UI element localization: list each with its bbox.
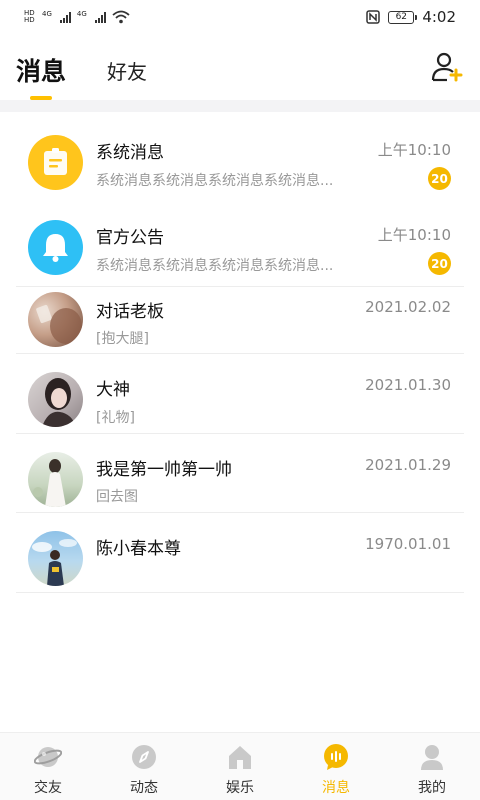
conversation-time: 1970.01.01 (365, 535, 451, 553)
battery-level: 62 (395, 12, 408, 22)
status-right: 62 4:02 (366, 8, 456, 26)
status-bar: HD HD 4G 4G 62 4:02 (0, 0, 480, 34)
header-divider (0, 100, 480, 112)
conversation-preview: [抱大腿] (96, 331, 149, 347)
bottom-nav: 交友 动态 娱乐 消息 我的 (0, 732, 480, 800)
planet-icon (34, 747, 62, 767)
list-item[interactable]: 陈小春本尊 1970.01.01 (0, 513, 480, 593)
list-item[interactable]: 大神 2021.01.30 [礼物] (0, 354, 480, 434)
wifi-icon (112, 10, 130, 24)
conversation-name: 官方公告 (96, 228, 164, 248)
nav-item-moments[interactable]: 动态 (96, 733, 192, 800)
nav-label: 动态 (130, 780, 158, 796)
list-item[interactable]: 系统消息 上午10:10 系统消息系统消息系统消息系统消息... 20 (0, 132, 480, 214)
conversation-preview: [礼物] (96, 410, 135, 426)
conversation-preview: 系统消息系统消息系统消息系统消息... (96, 258, 334, 274)
compass-icon (132, 745, 156, 769)
avatar (28, 452, 83, 507)
nav-label: 娱乐 (226, 780, 254, 796)
status-left: HD HD 4G 4G (24, 10, 130, 24)
add-friend-button[interactable] (430, 50, 464, 84)
list-item[interactable]: 我是第一帅第一帅 2021.01.29 回去图 (0, 434, 480, 513)
battery-icon: 62 (388, 10, 418, 24)
unread-badge: 20 (428, 167, 451, 190)
nfc-icon (366, 10, 381, 24)
nav-item-make-friends[interactable]: 交友 (0, 733, 96, 800)
hd-tag: HD HD (24, 9, 35, 24)
conversation-time: 2021.01.29 (365, 456, 451, 474)
header: 消息 好友 (0, 34, 480, 100)
avatar (28, 372, 83, 427)
nav-label: 交友 (34, 780, 62, 796)
conversation-name: 大神 (96, 380, 130, 400)
home-icon (229, 746, 251, 769)
signal-icon (94, 11, 106, 23)
unread-badge: 20 (428, 252, 451, 275)
system-message-icon (28, 135, 83, 190)
chat-bubble-icon (324, 744, 348, 770)
conversation-time: 上午10:10 (377, 141, 451, 159)
nav-item-messages[interactable]: 消息 (288, 733, 384, 800)
tab-messages[interactable]: 消息 (16, 52, 66, 88)
conversation-name: 陈小春本尊 (96, 539, 181, 559)
conversation-time: 2021.01.30 (365, 376, 451, 394)
tab-friends[interactable]: 好友 (107, 56, 147, 85)
conversation-preview: 回去图 (96, 489, 138, 505)
person-icon (421, 745, 443, 770)
network-type-2: 4G (76, 10, 87, 18)
nav-item-entertainment[interactable]: 娱乐 (192, 733, 288, 800)
conversation-time: 2021.02.02 (365, 298, 451, 316)
avatar (28, 292, 83, 347)
conversation-time: 上午10:10 (377, 226, 451, 244)
bell-icon (28, 220, 83, 275)
nav-label: 我的 (418, 780, 446, 796)
list-item[interactable]: 官方公告 上午10:10 系统消息系统消息系统消息系统消息... 20 (0, 217, 480, 287)
list-item[interactable]: 对话老板 2021.02.02 [抱大腿] (0, 287, 480, 354)
clock: 4:02 (422, 8, 456, 26)
conversation-name: 我是第一帅第一帅 (96, 460, 232, 480)
conversation-name: 系统消息 (96, 143, 164, 163)
nav-label: 消息 (322, 780, 350, 796)
conversation-preview: 系统消息系统消息系统消息系统消息... (96, 173, 334, 189)
signal-icon (59, 11, 71, 23)
avatar (28, 531, 83, 586)
divider (16, 592, 464, 593)
conversation-name: 对话老板 (96, 302, 164, 322)
nav-item-profile[interactable]: 我的 (384, 733, 480, 800)
network-type-1: 4G (42, 10, 52, 18)
